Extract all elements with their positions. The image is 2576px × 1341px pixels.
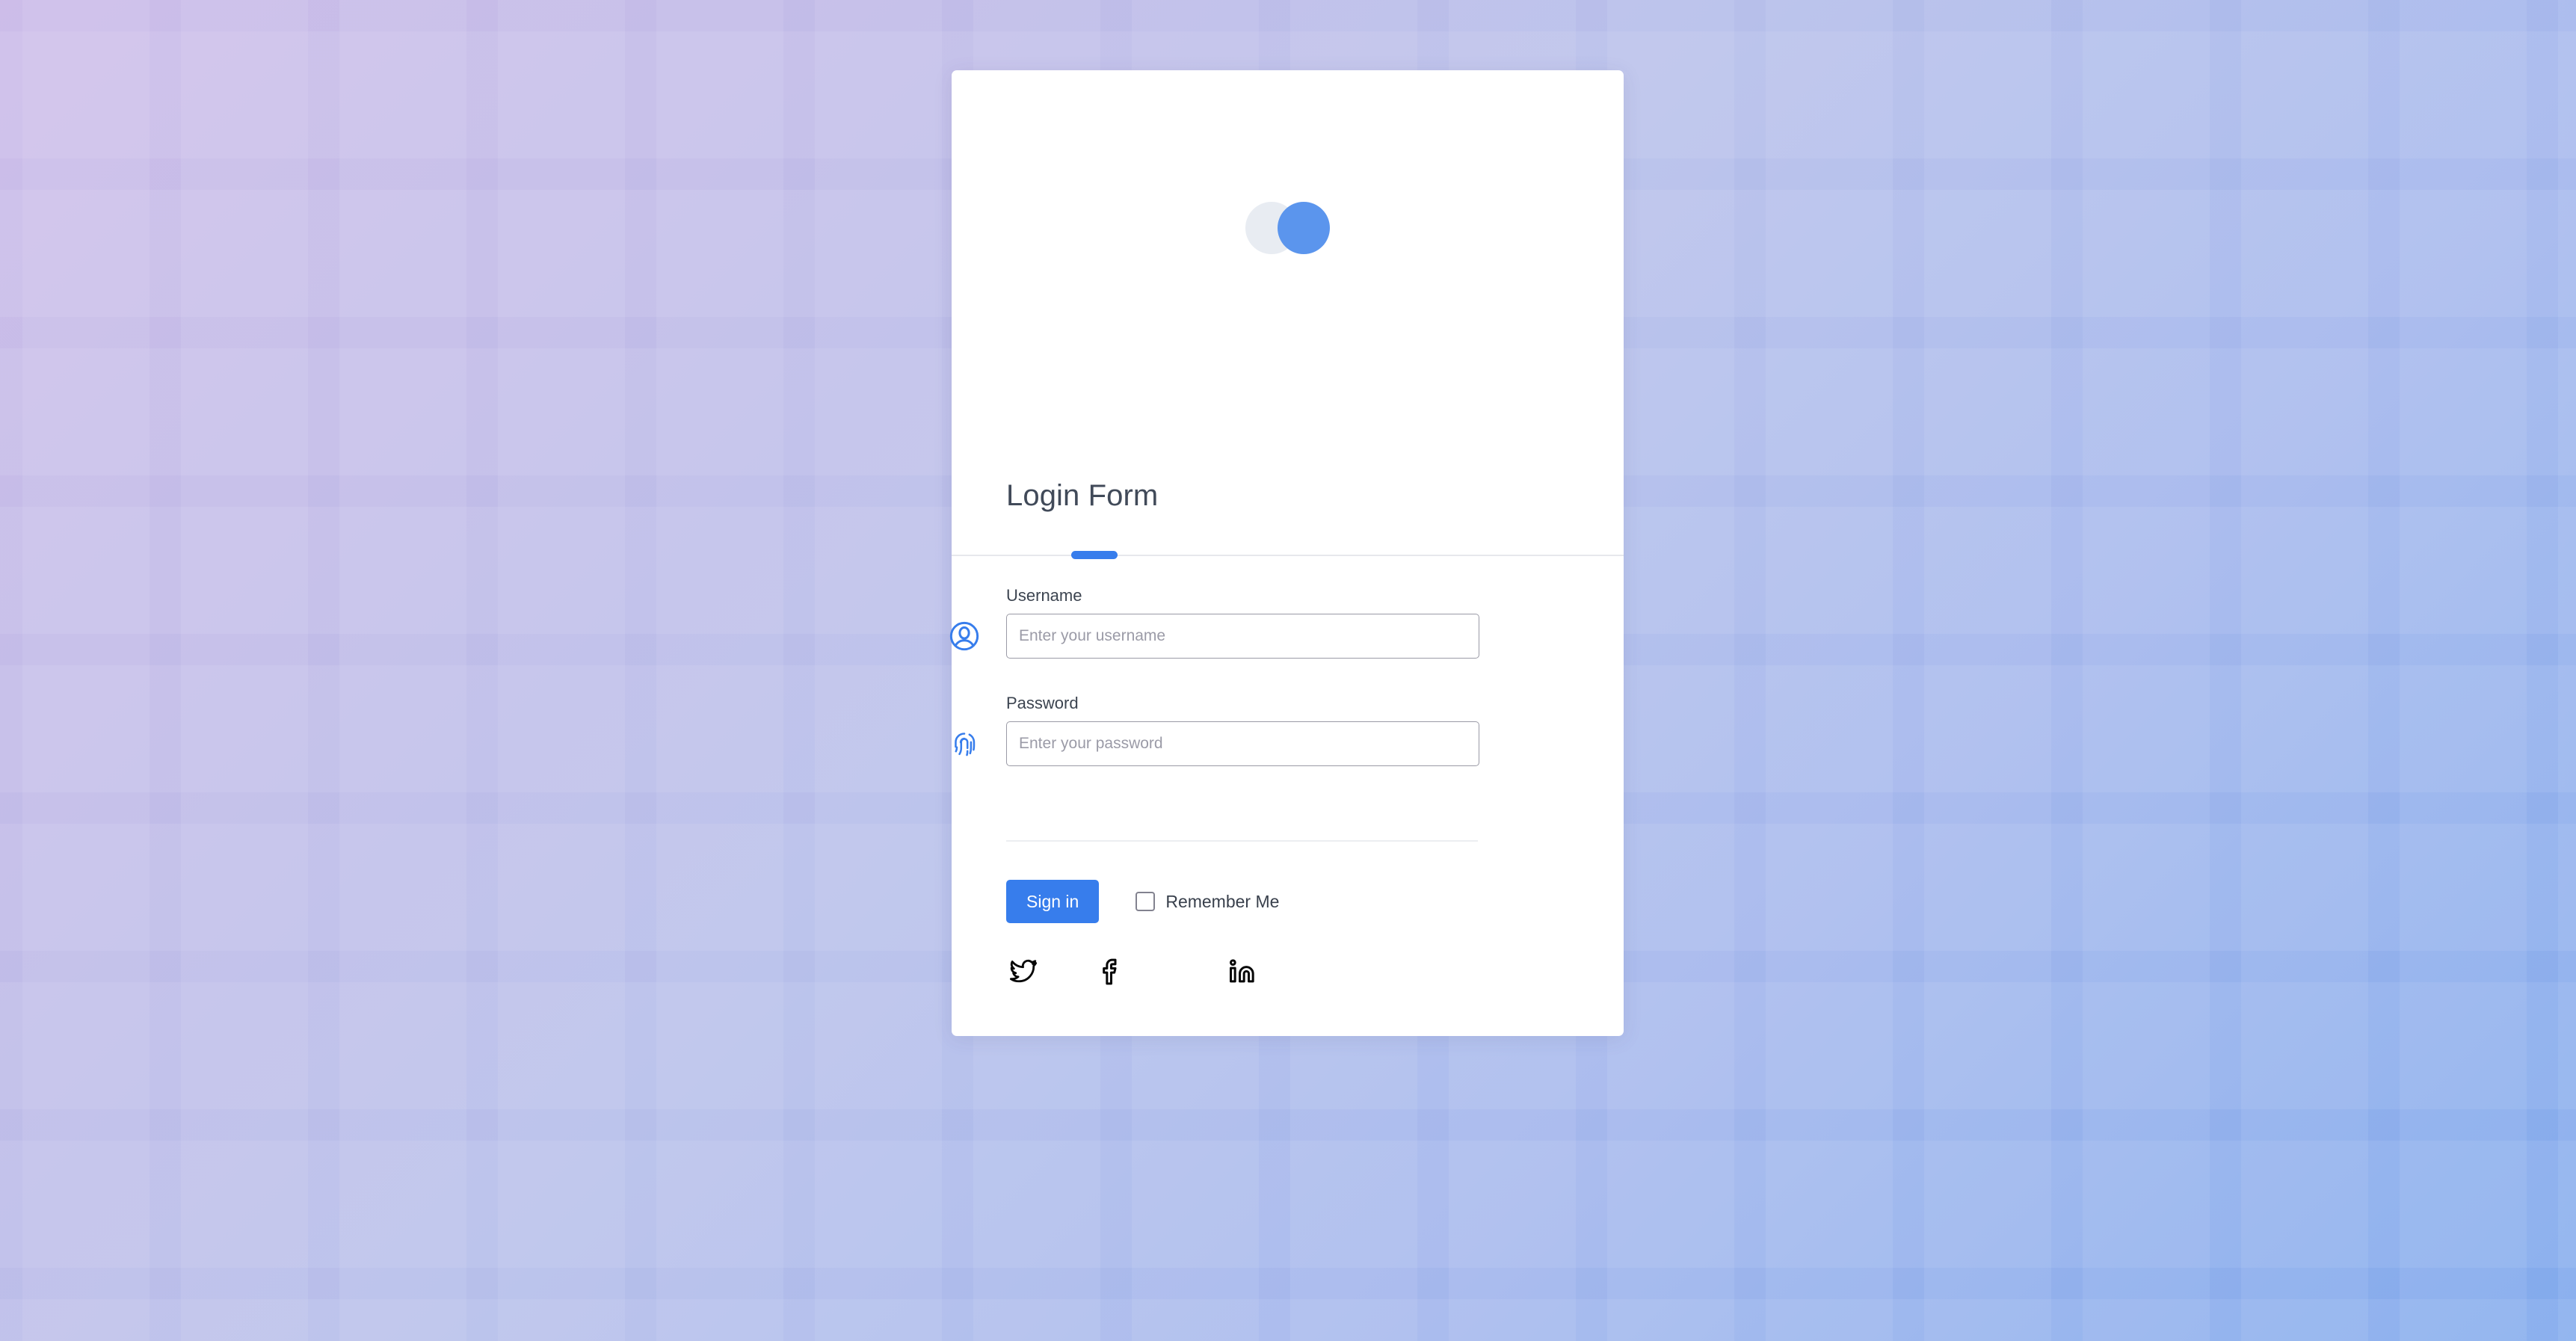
fingerprint-icon bbox=[948, 727, 981, 760]
twitter-icon[interactable] bbox=[1006, 955, 1041, 989]
user-circle-icon bbox=[948, 620, 981, 653]
password-field-group: Password bbox=[955, 694, 1479, 766]
remember-me-label[interactable]: Remember Me bbox=[1165, 892, 1279, 912]
remember-me-group[interactable]: Remember Me bbox=[1136, 892, 1279, 912]
login-card: Login Form Username Password bbox=[949, 70, 1624, 1036]
login-form: Username Password bbox=[949, 586, 1624, 1036]
social-links bbox=[1006, 955, 1260, 989]
brand-logo bbox=[952, 202, 1624, 254]
tab-active-indicator bbox=[1071, 551, 1118, 559]
username-row bbox=[949, 614, 1479, 659]
form-divider bbox=[1006, 840, 1478, 842]
sign-in-button[interactable]: Sign in bbox=[1006, 880, 1100, 923]
password-input[interactable] bbox=[1006, 721, 1479, 766]
username-input[interactable] bbox=[1006, 614, 1479, 659]
title-divider bbox=[952, 555, 1624, 556]
username-field-group: Username bbox=[949, 586, 1479, 659]
page-title: Login Form bbox=[1006, 479, 1159, 512]
circle-blue-icon bbox=[1278, 202, 1330, 254]
password-row bbox=[955, 721, 1479, 766]
form-actions: Sign in Remember Me bbox=[1006, 880, 1279, 923]
facebook-icon[interactable] bbox=[1094, 955, 1128, 989]
username-label: Username bbox=[1006, 586, 1082, 605]
password-label: Password bbox=[1006, 694, 1079, 712]
remember-me-checkbox[interactable] bbox=[1136, 892, 1156, 911]
linkedin-icon[interactable] bbox=[1225, 955, 1260, 989]
